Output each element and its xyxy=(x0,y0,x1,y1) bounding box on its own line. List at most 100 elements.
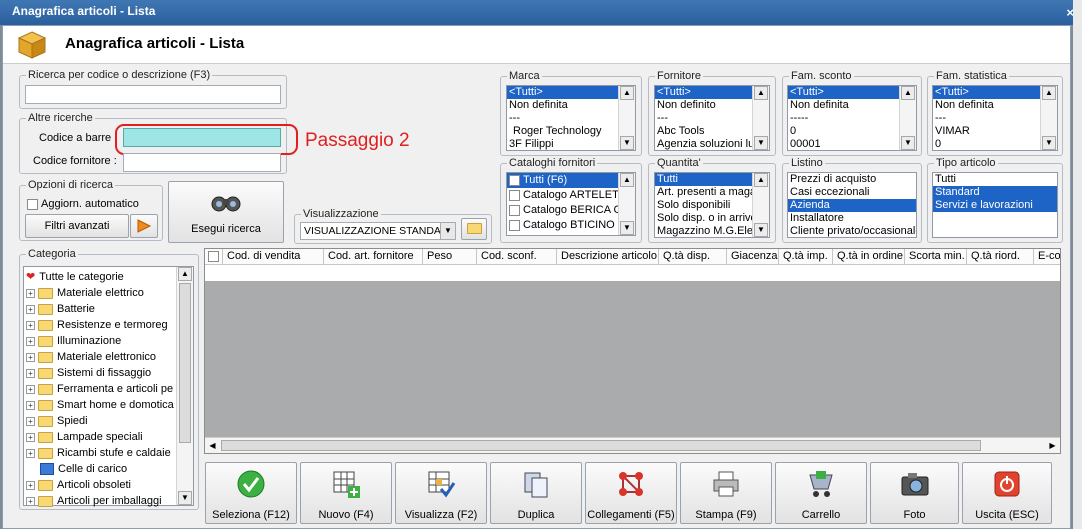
tree-item[interactable]: + Lampade speciali xyxy=(26,429,143,445)
scrollbar[interactable]: ▲ ▼ xyxy=(618,86,635,150)
scroll-down-icon[interactable]: ▼ xyxy=(178,491,192,505)
column-header[interactable]: Cod. di vendita xyxy=(223,249,324,265)
nuovo-button[interactable]: Nuovo (F4) xyxy=(300,462,392,524)
tipo-list[interactable]: Tutti Standard Servizi e lavorazioni xyxy=(932,172,1058,238)
chevron-down-icon[interactable]: ▼ xyxy=(440,223,455,239)
scroll-down-icon[interactable]: ▼ xyxy=(620,221,634,235)
table-row[interactable] xyxy=(205,265,1060,281)
list-item[interactable]: 3F Filippi xyxy=(507,138,635,150)
list-item[interactable]: Casi eccezionali xyxy=(788,186,916,199)
expand-icon[interactable]: + xyxy=(26,368,35,378)
scroll-left-icon[interactable]: ◀ xyxy=(205,438,220,453)
duplica-button[interactable]: Duplica xyxy=(490,462,582,524)
fam-sconto-list[interactable]: <Tutti> Non definita ----- 0 00001 ▲ ▼ xyxy=(787,85,917,151)
close-icon[interactable]: × xyxy=(1066,5,1074,20)
expand-icon[interactable]: + xyxy=(26,288,35,298)
list-item[interactable]: Standard xyxy=(933,186,1057,199)
list-item[interactable]: Non definita xyxy=(507,99,635,112)
uscita-button[interactable]: Uscita (ESC) xyxy=(962,462,1052,524)
expand-icon[interactable]: + xyxy=(26,496,35,506)
list-item[interactable]: --- xyxy=(507,112,635,125)
execute-search-button[interactable]: Esegui ricerca xyxy=(168,181,284,243)
list-item[interactable]: Azienda xyxy=(788,199,916,212)
list-item[interactable]: 00001 xyxy=(788,138,916,150)
stampa-button[interactable]: Stampa (F9) xyxy=(680,462,772,524)
list-item[interactable]: Non definita xyxy=(933,99,1057,112)
expand-icon[interactable]: + xyxy=(26,480,35,490)
list-item[interactable]: <Tutti> xyxy=(788,86,916,99)
listino-list[interactable]: Prezzi di acquisto Casi eccezionali Azie… xyxy=(787,172,917,238)
carrello-button[interactable]: Carrello xyxy=(775,462,867,524)
tree-item[interactable]: + Smart home e domotica xyxy=(26,397,174,413)
list-item[interactable]: 0 xyxy=(788,125,916,138)
column-header[interactable]: Cod. art. fornitore xyxy=(324,249,423,265)
expand-icon[interactable]: + xyxy=(26,384,35,394)
auto-update-checkbox[interactable]: Aggiorn. automatico xyxy=(27,198,139,210)
list-item[interactable]: VIMAR xyxy=(933,125,1057,138)
tree-item[interactable]: + Articoli per imballaggi xyxy=(26,493,162,509)
column-header[interactable]: E-co xyxy=(1034,249,1060,265)
scroll-down-icon[interactable]: ▼ xyxy=(1042,136,1056,150)
expand-icon[interactable]: + xyxy=(26,400,35,410)
open-folder-button[interactable] xyxy=(461,218,487,240)
quantita-list[interactable]: Tutti Art. presenti a maga Solo disponib… xyxy=(654,172,770,238)
list-item[interactable]: Tutti (F6) xyxy=(507,173,635,188)
filter-arrow-button[interactable] xyxy=(130,214,158,238)
scroll-thumb[interactable] xyxy=(179,283,191,443)
expand-icon[interactable]: + xyxy=(26,352,35,362)
list-item[interactable]: Catalogo BERICA C/ xyxy=(507,203,635,218)
scrollbar[interactable]: ▲ ▼ xyxy=(1040,86,1057,150)
list-item[interactable]: <Tutti> xyxy=(507,86,635,99)
scroll-down-icon[interactable]: ▼ xyxy=(620,136,634,150)
tree-item[interactable]: + Illuminazione xyxy=(26,333,121,349)
checkbox-box[interactable] xyxy=(509,189,520,201)
scroll-right-icon[interactable]: ▶ xyxy=(1045,438,1060,453)
tree-item[interactable]: + Spiedi xyxy=(26,413,88,429)
scrollbar[interactable]: ▲ ▼ xyxy=(752,86,769,150)
column-header[interactable]: Q.tà imp. xyxy=(779,249,833,265)
advanced-filters-button[interactable]: Filtri avanzati xyxy=(25,214,129,238)
fam-statistica-list[interactable]: <Tutti> Non definita --- VIMAR 0 ▲ ▼ xyxy=(932,85,1058,151)
code-desc-input[interactable] xyxy=(25,85,281,104)
marca-list[interactable]: <Tutti> Non definita --- Roger Technolog… xyxy=(506,85,636,151)
visualizza-button[interactable]: Visualizza (F2) xyxy=(395,462,487,524)
scroll-thumb[interactable] xyxy=(221,440,981,451)
expand-icon[interactable]: + xyxy=(26,432,35,442)
scroll-up-icon[interactable]: ▲ xyxy=(754,86,768,100)
scroll-down-icon[interactable]: ▼ xyxy=(754,223,768,237)
list-item[interactable]: ----- xyxy=(788,112,916,125)
expand-icon[interactable]: + xyxy=(26,304,35,314)
seleziona-button[interactable]: Seleziona (F12) xyxy=(205,462,297,524)
list-item[interactable]: Cliente privato/occasionale xyxy=(788,225,916,237)
tree-item[interactable]: + Ricambi stufe e caldaie xyxy=(26,445,171,461)
checkbox-box[interactable] xyxy=(509,204,520,216)
scrollbar[interactable]: ▲ ▼ xyxy=(899,86,916,150)
column-header[interactable]: Peso xyxy=(423,249,477,265)
category-tree[interactable]: ❤ Tutte le categorie + Materiale elettrico… xyxy=(23,266,194,509)
scroll-up-icon[interactable]: ▲ xyxy=(901,86,915,100)
column-header[interactable]: Descrizione articolo xyxy=(557,249,659,265)
select-all-checkbox[interactable] xyxy=(205,249,223,265)
list-item[interactable]: --- xyxy=(933,112,1057,125)
column-header[interactable]: Q.tà in ordine xyxy=(833,249,905,265)
scroll-down-icon[interactable]: ▼ xyxy=(754,136,768,150)
foto-button[interactable]: Foto xyxy=(870,462,959,524)
tree-item-root[interactable]: ❤ Tutte le categorie xyxy=(26,269,124,285)
scroll-down-icon[interactable]: ▼ xyxy=(901,136,915,150)
tree-item[interactable]: + Ferramenta e articoli pe xyxy=(26,381,173,397)
list-item[interactable]: Non definita xyxy=(788,99,916,112)
expand-icon[interactable]: + xyxy=(26,320,35,330)
scrollbar[interactable]: ▲ ▼ xyxy=(752,173,769,237)
expand-icon[interactable]: + xyxy=(26,416,35,426)
column-header[interactable]: Q.tà disp. xyxy=(659,249,727,265)
list-item[interactable]: <Tutti> xyxy=(933,86,1057,99)
horizontal-scrollbar[interactable]: ◀ ▶ xyxy=(205,437,1060,453)
tree-item[interactable]: + Resistenze e termoreg xyxy=(26,317,168,333)
list-item[interactable]: 0 xyxy=(933,138,1057,150)
list-item[interactable]: Tutti xyxy=(933,173,1057,186)
tree-item[interactable]: + Batterie xyxy=(26,301,95,317)
collegamenti-button[interactable]: Collegamenti (F5) xyxy=(585,462,677,524)
tree-item[interactable]: + Articoli obsoleti xyxy=(26,477,131,493)
list-item[interactable]: Servizi e lavorazioni xyxy=(933,199,1057,212)
column-header[interactable]: Q.tà riord. xyxy=(967,249,1034,265)
